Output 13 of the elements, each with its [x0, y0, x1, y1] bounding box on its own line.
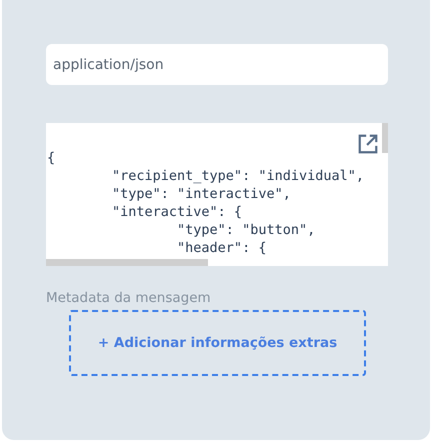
code-line: "interactive": { [111, 203, 242, 221]
code-line: "header": { [176, 239, 266, 257]
code-line: "type": "button", [176, 221, 316, 239]
code-editor[interactable]: { "recipient_type": "individual", "type": "interactive", "interactive": { "type": "button", "header": { [46, 123, 388, 266]
scrollbar-thumb[interactable] [382, 123, 388, 153]
code-line: "recipient_type": "individual", [111, 167, 364, 185]
code-line: "type": "interactive", [111, 185, 291, 203]
add-extra-info-button[interactable]: + Adicionar informações extras [69, 310, 366, 376]
code-line: { [46, 149, 56, 167]
open-external-icon[interactable] [357, 133, 379, 155]
metadata-label: Metadata da mensagem [46, 290, 212, 306]
content-type-field[interactable]: application/json [46, 44, 388, 85]
scrollbar-thumb[interactable] [46, 259, 208, 266]
